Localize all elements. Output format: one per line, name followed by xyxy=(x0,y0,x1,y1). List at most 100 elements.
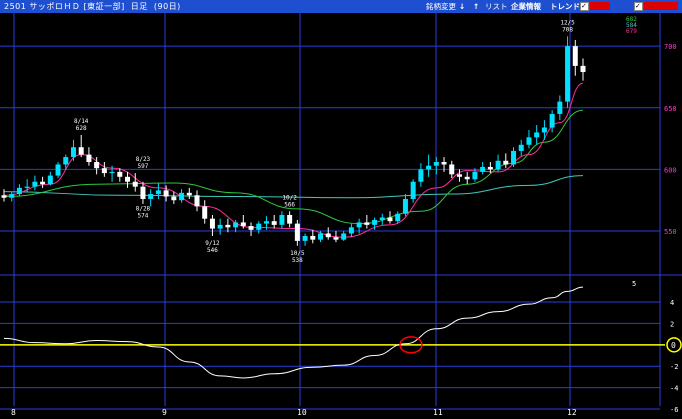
list-button[interactable]: リスト xyxy=(483,1,510,12)
candle-body xyxy=(287,215,293,224)
candle-body xyxy=(294,223,300,241)
candle-body xyxy=(271,221,277,225)
indicator-tick-label: 2 xyxy=(670,320,674,328)
candle-body xyxy=(541,127,547,133)
annotation-value: 708 xyxy=(562,26,573,33)
legend-value: 679 xyxy=(626,28,637,35)
candle-body xyxy=(55,164,61,176)
candle-body xyxy=(302,235,308,241)
candle-body xyxy=(233,222,239,228)
price-tick-label: 550 xyxy=(664,228,677,236)
candle-body xyxy=(364,222,370,225)
annotation-value: 628 xyxy=(76,125,87,132)
candle-body xyxy=(518,144,524,151)
candle-body xyxy=(526,137,532,145)
price-tick-label: 600 xyxy=(664,166,677,174)
candle-body xyxy=(449,164,455,175)
indicator-tick-label: -6 xyxy=(670,406,678,414)
candle-body xyxy=(372,219,378,225)
candle-body xyxy=(333,237,339,240)
company-info-button[interactable]: 企業情報 xyxy=(509,1,543,12)
trend-checkbox[interactable] xyxy=(580,0,589,13)
down-arrow-icon[interactable]: ↓ xyxy=(457,1,467,12)
candle-body xyxy=(9,194,15,198)
candle-body xyxy=(565,46,571,102)
indicator-tick-label: -4 xyxy=(670,385,678,393)
candle-body xyxy=(487,166,493,170)
candle-body xyxy=(503,160,509,165)
annotation-value: 574 xyxy=(138,212,149,219)
candle-body xyxy=(1,195,7,198)
candle-body xyxy=(63,157,69,165)
annotation-date: 8/14 xyxy=(74,118,89,125)
candle-body xyxy=(580,65,586,73)
trend-button[interactable]: トレンド xyxy=(548,1,582,12)
zero-tick-label: 0 xyxy=(671,341,676,350)
month-tick-label: 12 xyxy=(567,408,577,417)
candle-body xyxy=(387,217,393,222)
candle-body xyxy=(426,165,432,170)
candle-body xyxy=(217,224,223,229)
candle-body xyxy=(148,194,154,199)
trend-color-swatch xyxy=(590,2,610,10)
candle-body xyxy=(209,218,215,229)
candle-body xyxy=(348,227,354,234)
chart-title: 2501 サッポロＨＤ [東証一部] 日足 (90日) xyxy=(4,2,181,11)
candle-body xyxy=(240,222,246,227)
candle-body xyxy=(194,195,200,207)
candle-body xyxy=(472,171,478,180)
indicator-tick-label: -2 xyxy=(670,363,678,371)
title-bar: 2501 サッポロＨＤ [東証一部] 日足 (90日) 銘柄変更 ↓ ↑ リスト… xyxy=(0,0,682,13)
candle-body xyxy=(101,168,107,174)
candle-body xyxy=(140,186,146,199)
candle-body xyxy=(318,233,324,240)
month-tick-label: 8 xyxy=(11,408,16,417)
candle-body xyxy=(263,221,269,224)
candle-body xyxy=(86,154,92,163)
price-tick-label: 700 xyxy=(664,43,677,51)
candle-body xyxy=(163,190,169,197)
candle-body xyxy=(94,162,100,169)
candle-body xyxy=(379,217,385,220)
alert-checkbox[interactable] xyxy=(634,0,643,13)
candle-body xyxy=(40,181,46,185)
candle-body xyxy=(16,187,22,195)
candle-body xyxy=(534,132,540,138)
annotation-value: 566 xyxy=(284,201,295,208)
candle-body xyxy=(410,181,416,199)
candle-body xyxy=(356,222,362,228)
indicator-current-marker: 5 xyxy=(632,280,636,288)
annotation-value: 597 xyxy=(138,163,149,170)
candle-body xyxy=(456,174,462,177)
candle-body xyxy=(256,223,262,230)
candle-body xyxy=(511,150,517,165)
annotation-value: 538 xyxy=(292,257,303,264)
candle-body xyxy=(186,192,192,196)
candle-body xyxy=(341,233,347,240)
candle-body xyxy=(279,215,285,225)
candle-body xyxy=(395,213,401,222)
candle-body xyxy=(202,206,208,219)
candle-body xyxy=(32,181,38,187)
annotation-date: 8/23 xyxy=(136,156,151,163)
candle-body xyxy=(441,162,447,165)
candle-body xyxy=(572,46,578,66)
change-stock-button[interactable]: 銘柄変更 xyxy=(424,1,458,12)
candle-body xyxy=(402,198,408,214)
candle-body xyxy=(248,226,254,230)
candle-body xyxy=(495,160,501,170)
candle-body xyxy=(24,186,30,188)
candle-body xyxy=(47,175,53,185)
annotation-date: 8/28 xyxy=(136,205,151,212)
annotation-date: 10/2 xyxy=(282,194,297,201)
stock-chart: 8/146288/235978/285749/1254610/256610/55… xyxy=(0,13,682,417)
candle-body xyxy=(117,171,123,177)
candle-body xyxy=(464,176,470,180)
candle-body xyxy=(179,192,185,201)
candle-body xyxy=(155,190,161,195)
annotation-date: 12/5 xyxy=(560,19,575,26)
up-arrow-icon[interactable]: ↑ xyxy=(471,1,481,12)
candle-body xyxy=(480,166,486,172)
annotation-date: 10/5 xyxy=(290,250,305,257)
candle-body xyxy=(109,171,115,174)
